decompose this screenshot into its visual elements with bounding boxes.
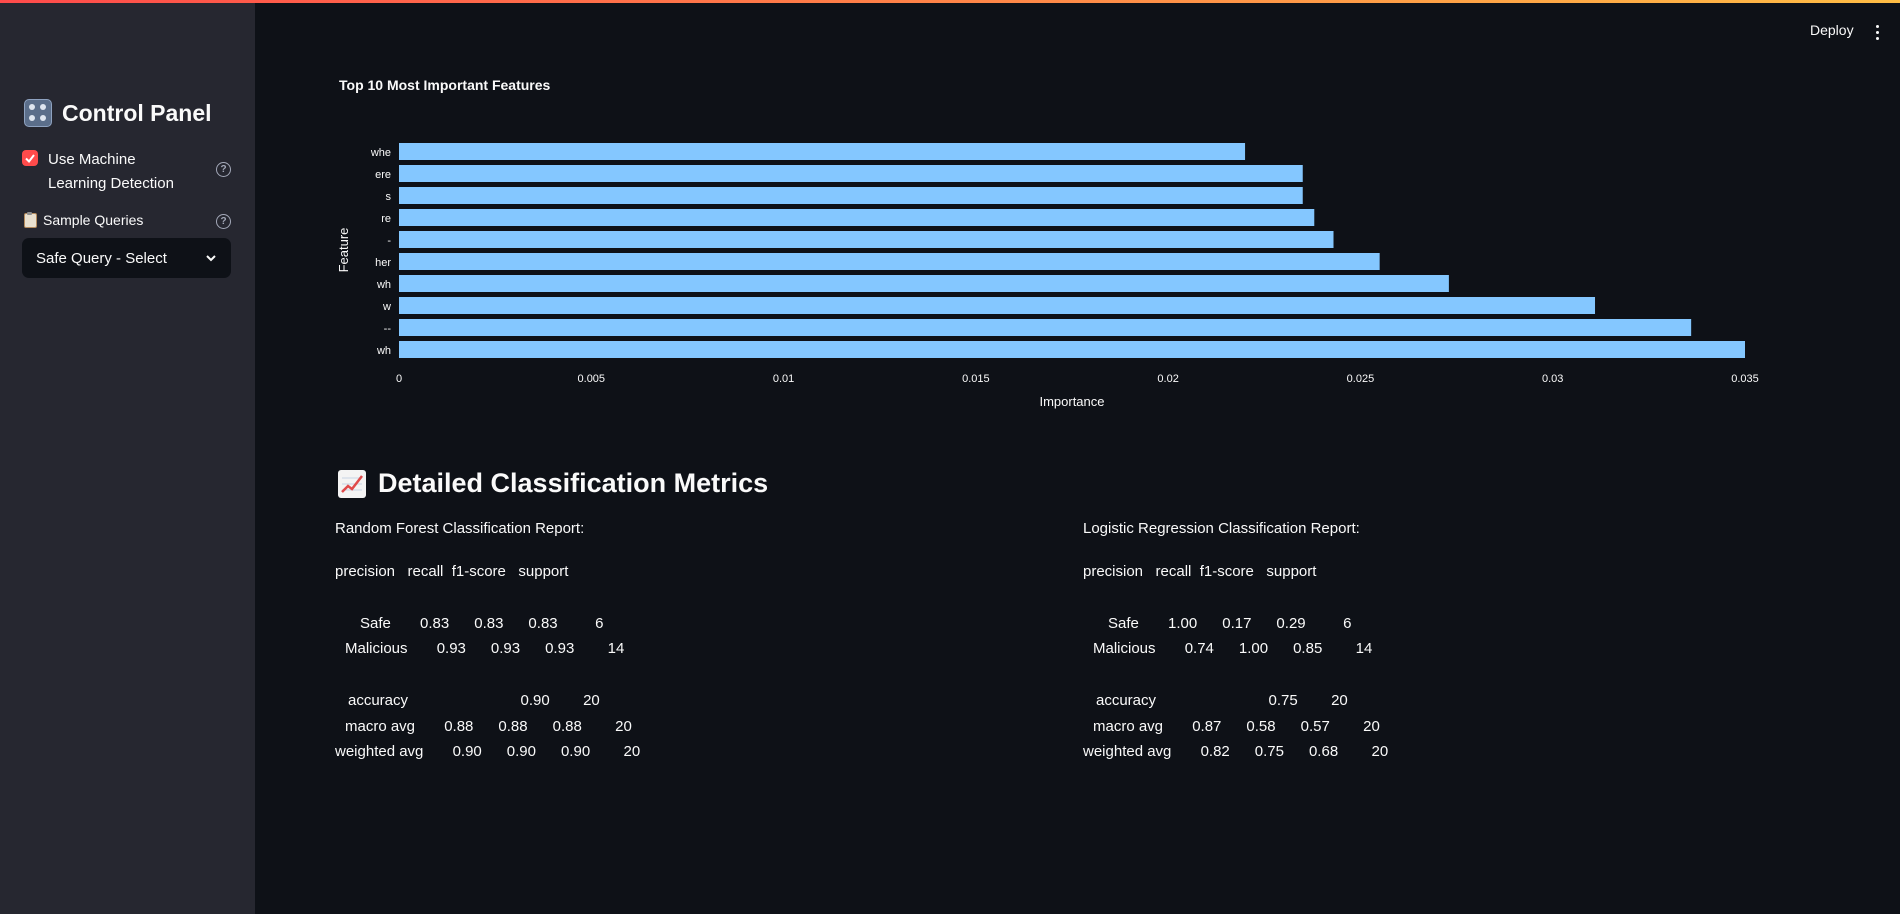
bar <box>399 209 1315 226</box>
report-line: accuracy 0.90 20 <box>348 692 600 709</box>
x-tick-label: 0.015 <box>962 373 990 385</box>
y-tick-label: whe <box>370 147 391 159</box>
bar <box>399 165 1303 182</box>
bar <box>399 297 1596 314</box>
sidebar: Control Panel Use Machine Learning Detec… <box>0 3 255 914</box>
ml-detection-checkbox-row[interactable]: Use Machine Learning Detection <box>22 148 234 196</box>
help-icon[interactable]: ? <box>216 214 231 229</box>
lr-report: Logistic Regression Classification Repor… <box>1083 520 1360 560</box>
y-tick-label: wh <box>376 279 391 291</box>
ml-detection-label[interactable]: Use Machine Learning Detection <box>48 148 198 196</box>
x-tick-label: 0.035 <box>1731 373 1759 385</box>
x-tick-label: 0.025 <box>1347 373 1375 385</box>
sample-queries-label: Sample Queries <box>24 211 144 228</box>
chart-title: Top 10 Most Important Features <box>339 77 551 93</box>
report-line: accuracy 0.75 20 <box>1096 692 1348 709</box>
report-line: weighted avg 0.82 0.75 0.68 20 <box>1083 743 1389 760</box>
clipboard-icon <box>24 211 37 228</box>
checkmark-icon <box>25 154 35 164</box>
kebab-menu-icon[interactable] <box>1875 25 1879 40</box>
bar <box>399 187 1303 204</box>
report-line: Malicious 0.93 0.93 0.93 14 <box>345 640 625 657</box>
report-line: Safe 0.83 0.83 0.83 6 <box>360 615 604 632</box>
sidebar-title: Control Panel <box>24 99 212 127</box>
sample-queries-text: Sample Queries <box>43 212 144 228</box>
feature-importance-chart: whe ere s re - her wh w -- wh 0 0.005 0.01 0.015 0.02 0… <box>336 143 1759 409</box>
chart-increasing-icon <box>338 469 366 498</box>
bar <box>399 253 1380 270</box>
y-tick-label: re <box>381 213 391 225</box>
rf-report: Random Forest Classification Report: <box>335 520 584 560</box>
x-tick-label: 0.03 <box>1542 373 1563 385</box>
y-tick-label: - <box>387 235 391 247</box>
bar <box>399 143 1246 160</box>
report-header: precision recall f1-score support <box>335 563 569 580</box>
y-tick-label: ere <box>375 169 391 181</box>
top-decoration-bar <box>0 0 1900 3</box>
bar <box>399 341 1745 358</box>
y-tick-label: s <box>386 191 392 203</box>
bar <box>399 231 1334 248</box>
y-tick-label: w <box>382 301 391 313</box>
y-tick-label: -- <box>384 323 392 335</box>
x-tick-label: 0.005 <box>578 373 606 385</box>
report-line: macro avg 0.88 0.88 0.88 20 <box>345 718 632 735</box>
report-line: Malicious 0.74 1.00 0.85 14 <box>1093 640 1373 657</box>
x-tick-label: 0.01 <box>773 373 794 385</box>
bar <box>399 275 1449 292</box>
chevron-down-icon <box>206 255 216 262</box>
report-line: macro avg 0.87 0.58 0.57 20 <box>1093 718 1380 735</box>
metrics-title: Detailed Classification Metrics <box>338 468 768 499</box>
y-tick-label: her <box>375 257 391 269</box>
report-line: Safe 1.00 0.17 0.29 6 <box>1108 615 1352 632</box>
ml-detection-checkbox[interactable] <box>22 150 38 166</box>
sidebar-title-text: Control Panel <box>62 99 212 126</box>
x-axis-label: Importance <box>1039 394 1104 409</box>
metrics-title-text: Detailed Classification Metrics <box>378 468 769 498</box>
x-tick-label: 0 <box>396 373 402 385</box>
report-header: precision recall f1-score support <box>1083 563 1317 580</box>
control-knobs-icon <box>24 99 52 127</box>
y-axis-label: Feature <box>336 228 351 273</box>
lr-report-title: Logistic Regression Classification Repor… <box>1083 520 1360 537</box>
x-tick-label: 0.02 <box>1157 373 1178 385</box>
report-line: weighted avg 0.90 0.90 0.90 20 <box>335 743 641 760</box>
y-tick-label: wh <box>376 345 391 357</box>
help-icon[interactable]: ? <box>216 162 231 177</box>
sample-query-select[interactable]: Safe Query - Select <box>22 238 231 278</box>
select-value: Safe Query - Select <box>36 249 167 267</box>
rf-report-title: Random Forest Classification Report: <box>335 520 585 537</box>
bar <box>399 319 1692 336</box>
deploy-button[interactable]: Deploy <box>1810 22 1854 38</box>
